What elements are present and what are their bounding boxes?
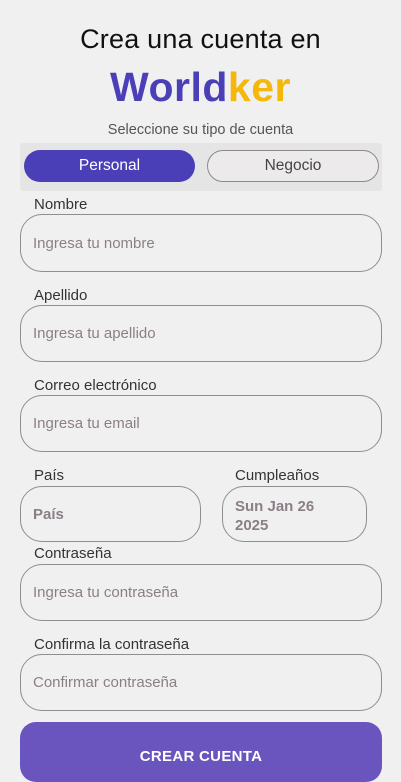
confirmar-label: Confirma la contraseña bbox=[34, 636, 190, 653]
correo-label: Correo electrónico bbox=[34, 377, 157, 394]
apellido-input[interactable]: Ingresa tu apellido bbox=[20, 305, 382, 362]
confirm-password-input[interactable]: Confirmar contraseña bbox=[20, 654, 382, 711]
page-title: Crea una cuenta en bbox=[80, 24, 321, 54]
account-type-negocio-button[interactable]: Negocio bbox=[207, 150, 379, 182]
pais-label: País bbox=[34, 467, 65, 484]
brand-logo-part1: World bbox=[110, 64, 228, 110]
account-type-prompt: Seleccione su tipo de cuenta bbox=[107, 122, 294, 138]
password-input[interactable]: Ingresa tu contraseña bbox=[20, 564, 382, 621]
email-placeholder: Ingresa tu email bbox=[33, 415, 140, 432]
nombre-label: Nombre bbox=[34, 196, 88, 213]
contrasena-label: Contraseña bbox=[34, 545, 112, 562]
apellido-label: Apellido bbox=[34, 287, 88, 304]
create-account-button[interactable]: CREAR CUENTA bbox=[20, 722, 382, 782]
confirm-password-placeholder: Confirmar contraseña bbox=[33, 674, 178, 691]
email-input[interactable]: Ingresa tu email bbox=[20, 395, 382, 452]
brand-logo: Worldker bbox=[0, 64, 401, 111]
nombre-input[interactable]: Ingresa tu nombre bbox=[20, 214, 382, 272]
brand-logo-part2: ker bbox=[227, 64, 291, 110]
birthday-date-line1: Sun Jan 26 bbox=[235, 498, 315, 515]
nombre-placeholder: Ingresa tu nombre bbox=[33, 234, 155, 252]
account-type-personal-button[interactable]: Personal bbox=[24, 150, 195, 182]
apellido-placeholder: Ingresa tu apellido bbox=[33, 325, 156, 342]
birthday-date-line2: 2025 bbox=[235, 517, 269, 534]
cumpleanos-label: Cumpleaños bbox=[235, 467, 320, 484]
birthday-date-picker[interactable]: Sun Jan 26 2025 bbox=[222, 486, 367, 542]
pais-value: País bbox=[33, 505, 64, 523]
password-placeholder: Ingresa tu contraseña bbox=[33, 584, 179, 601]
pais-select[interactable]: País bbox=[20, 486, 201, 542]
